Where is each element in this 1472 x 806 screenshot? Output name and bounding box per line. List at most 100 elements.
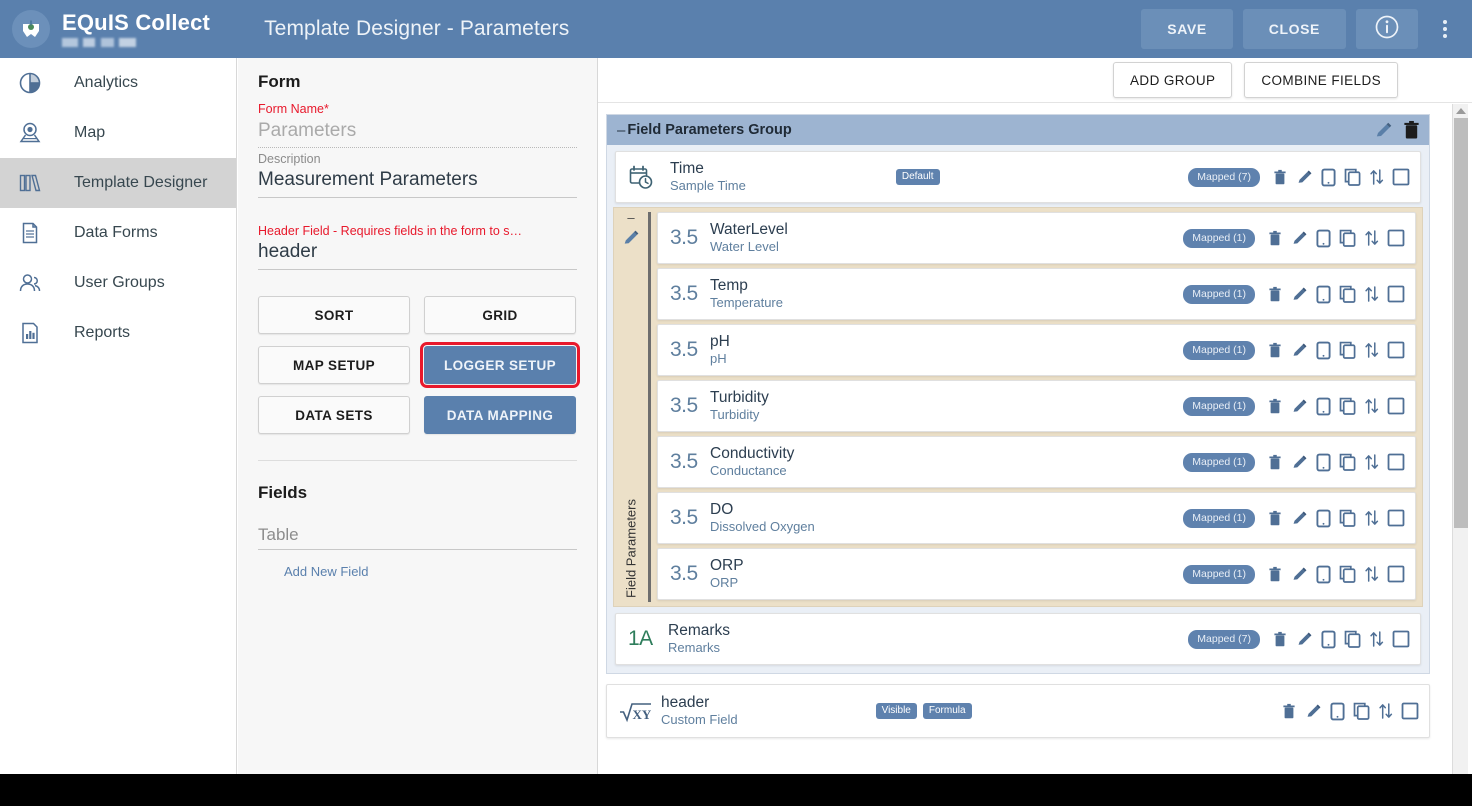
trash-icon[interactable] [1281,703,1297,720]
data-mapping-button[interactable]: DATA MAPPING [424,396,576,434]
trash-icon[interactable] [1267,286,1283,303]
pencil-icon[interactable] [1291,342,1308,359]
mobile-device-icon[interactable] [1316,341,1331,360]
subgroup-edit-pencil-icon[interactable] [622,229,640,247]
copy-icon[interactable] [1339,565,1356,583]
field-row-header-custom[interactable]: XY header Custom Field Visible Formula [606,684,1430,738]
sort-updown-icon[interactable] [1364,341,1379,359]
app-logo[interactable] [0,10,58,48]
field-row-remarks[interactable]: 1A Remarks Remarks Mapped (7) [615,613,1421,665]
sort-updown-icon[interactable] [1364,509,1379,527]
trash-icon[interactable] [1267,230,1283,247]
checkbox-icon[interactable] [1387,341,1405,359]
sort-updown-icon[interactable] [1378,702,1393,720]
mobile-device-icon[interactable] [1330,702,1345,721]
save-button[interactable]: SAVE [1141,9,1233,49]
field-row-orp[interactable]: 3.5 ORP ORP Mapped (1) [657,548,1416,600]
sidebar-item-user-groups[interactable]: User Groups [0,258,236,308]
sidebar-item-map[interactable]: Map [0,108,236,158]
sort-updown-icon[interactable] [1369,630,1384,648]
checkbox-icon[interactable] [1387,397,1405,415]
field-row-time[interactable]: Time Sample Time Default Mapped (7) [615,151,1421,203]
grid-button[interactable]: GRID [424,296,576,334]
field-row-turbidity[interactable]: 3.5 Turbidity Turbidity Mapped (1) [657,380,1416,432]
field-row-ph[interactable]: 3.5 pH pH Mapped (1) [657,324,1416,376]
mobile-device-icon[interactable] [1316,565,1331,584]
trash-icon[interactable] [1267,566,1283,583]
copy-icon[interactable] [1339,397,1356,415]
description-input[interactable]: Measurement Parameters [258,167,577,193]
field-row-waterlevel[interactable]: 3.5 WaterLevel Water Level Mapped (1) [657,212,1416,264]
pencil-icon[interactable] [1291,230,1308,247]
group-delete-trash-icon[interactable] [1402,120,1421,140]
trash-icon[interactable] [1267,510,1283,527]
checkbox-icon[interactable] [1392,630,1410,648]
copy-icon[interactable] [1339,229,1356,247]
kebab-menu-icon[interactable] [1428,7,1462,51]
mobile-device-icon[interactable] [1316,229,1331,248]
add-group-button[interactable]: ADD GROUP [1113,62,1232,98]
checkbox-icon[interactable] [1401,702,1419,720]
sort-updown-icon[interactable] [1364,397,1379,415]
mobile-device-icon[interactable] [1316,285,1331,304]
pencil-icon[interactable] [1296,169,1313,186]
close-button[interactable]: CLOSE [1243,9,1346,49]
trash-icon[interactable] [1267,342,1283,359]
field-row-temp[interactable]: 3.5 Temp Temperature Mapped (1) [657,268,1416,320]
pencil-icon[interactable] [1291,510,1308,527]
trash-icon[interactable] [1267,398,1283,415]
pencil-icon[interactable] [1291,286,1308,303]
trash-icon[interactable] [1272,169,1288,186]
form-name-input[interactable]: Parameters [258,118,577,144]
sort-button[interactable]: SORT [258,296,410,334]
sort-updown-icon[interactable] [1364,285,1379,303]
copy-icon[interactable] [1339,341,1356,359]
sort-updown-icon[interactable] [1364,453,1379,471]
checkbox-icon[interactable] [1387,285,1405,303]
table-select[interactable]: Table [258,525,577,545]
data-sets-button[interactable]: DATA SETS [258,396,410,434]
info-button[interactable] [1356,9,1418,49]
scroll-up-arrow-icon[interactable] [1456,108,1466,114]
copy-icon[interactable] [1339,509,1356,527]
header-field-input[interactable]: header [258,239,577,265]
logger-setup-button[interactable]: LOGGER SETUP [424,346,576,384]
mobile-device-icon[interactable] [1321,168,1336,187]
copy-icon[interactable] [1344,630,1361,648]
trash-icon[interactable] [1272,631,1288,648]
mobile-device-icon[interactable] [1316,397,1331,416]
canvas-scrollbar[interactable] [1452,104,1468,790]
add-new-field-link[interactable]: Add New Field [284,564,577,579]
sidebar-item-analytics[interactable]: Analytics [0,58,236,108]
mobile-device-icon[interactable] [1316,509,1331,528]
mobile-device-icon[interactable] [1316,453,1331,472]
map-setup-button[interactable]: MAP SETUP [258,346,410,384]
copy-icon[interactable] [1339,285,1356,303]
checkbox-icon[interactable] [1387,453,1405,471]
subgroup-collapse-toggle[interactable]: – [627,210,634,225]
scrollbar-thumb[interactable] [1454,118,1468,528]
sort-updown-icon[interactable] [1364,229,1379,247]
sidebar-item-template-designer[interactable]: Template Designer [0,158,236,208]
sidebar-item-reports[interactable]: Reports [0,308,236,358]
copy-icon[interactable] [1353,702,1370,720]
pencil-icon[interactable] [1296,631,1313,648]
field-row-conductivity[interactable]: 3.5 Conductivity Conductance Mapped (1) [657,436,1416,488]
sidebar-item-data-forms[interactable]: Data Forms [0,208,236,258]
sort-updown-icon[interactable] [1364,565,1379,583]
group-edit-pencil-icon[interactable] [1374,121,1393,140]
combine-fields-button[interactable]: COMBINE FIELDS [1244,62,1398,98]
mobile-device-icon[interactable] [1321,630,1336,649]
checkbox-icon[interactable] [1387,509,1405,527]
pencil-icon[interactable] [1291,398,1308,415]
checkbox-icon[interactable] [1392,168,1410,186]
group-header[interactable]: – Field Parameters Group [607,115,1429,145]
pencil-icon[interactable] [1305,703,1322,720]
field-row-do[interactable]: 3.5 DO Dissolved Oxygen Mapped (1) [657,492,1416,544]
checkbox-icon[interactable] [1387,565,1405,583]
pencil-icon[interactable] [1291,566,1308,583]
group-collapse-toggle[interactable]: – [617,122,625,139]
checkbox-icon[interactable] [1387,229,1405,247]
copy-icon[interactable] [1339,453,1356,471]
pencil-icon[interactable] [1291,454,1308,471]
